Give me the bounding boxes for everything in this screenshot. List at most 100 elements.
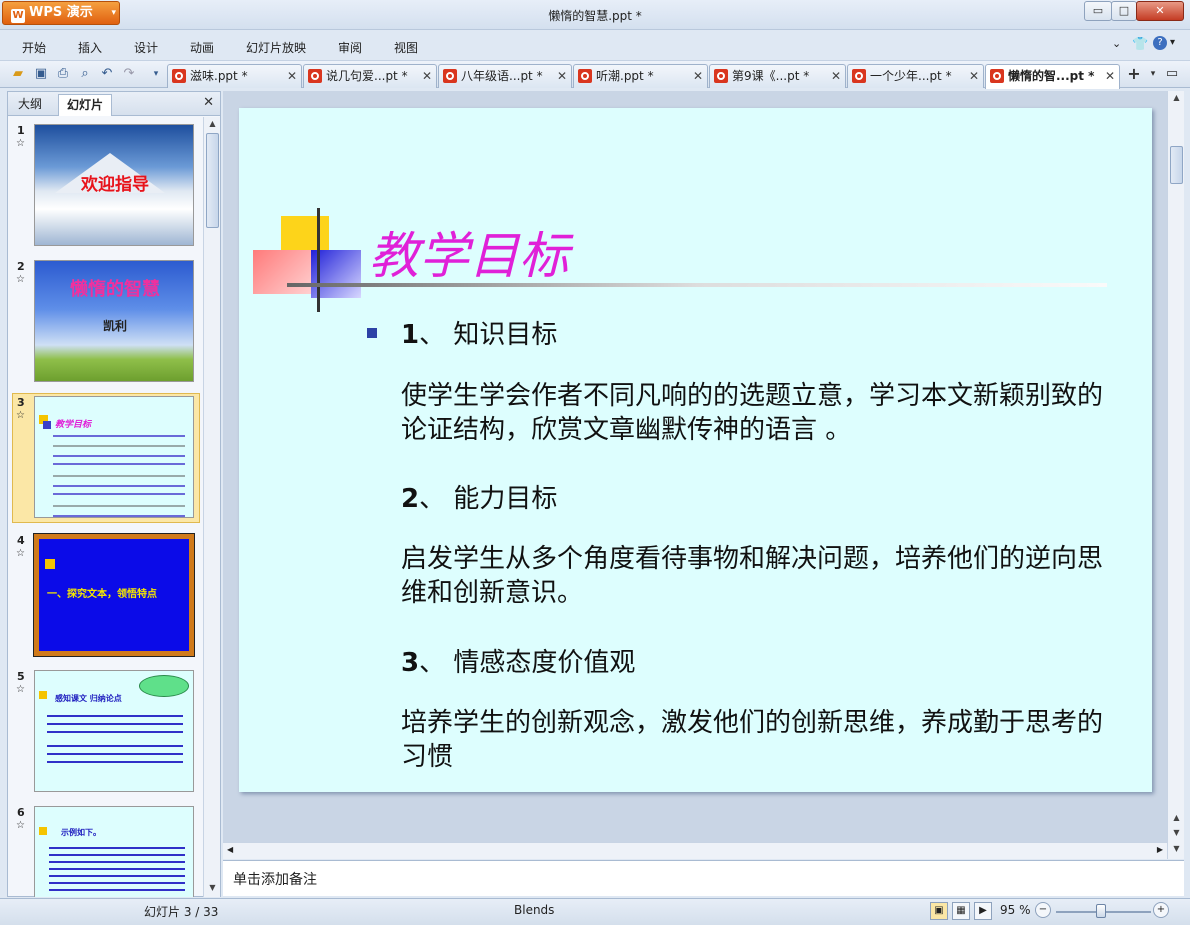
tab-document-2[interactable]: 说几句爱...pt * ✕ xyxy=(303,64,437,88)
zoom-slider-knob[interactable] xyxy=(1096,904,1106,918)
maximize-button[interactable]: □ xyxy=(1111,1,1137,21)
close-tab-icon[interactable]: ✕ xyxy=(287,65,297,87)
thumb-text-lines xyxy=(47,715,183,717)
tab-label: 一个少年...pt * xyxy=(870,69,952,83)
tab-list-icon[interactable]: ▾ xyxy=(1145,66,1161,82)
thumb-cloud-shape xyxy=(139,675,189,697)
scroll-thumb[interactable] xyxy=(206,133,219,228)
thumbnail-image: 感知课文 归纳论点 xyxy=(34,670,194,792)
section-paragraph-2[interactable]: 启发学生从多个角度看待事物和解决问题，培养他们的逆向思维和创新意识。 xyxy=(401,542,1121,610)
animation-star-icon: ☆ xyxy=(16,684,25,695)
tab-label: 滋味.ppt * xyxy=(190,69,248,83)
status-bar: 幻灯片 3 / 33 Blends ▣ ▦ ▶ 95 % − + xyxy=(0,898,1190,925)
section-paragraph-3[interactable]: 培养学生的创新观念，激发他们的创新思维，养成勤于思考的习惯 xyxy=(401,706,1121,774)
ppt-file-icon xyxy=(852,69,866,83)
menu-animation[interactable]: 动画 xyxy=(190,39,214,56)
scroll-right-icon[interactable]: ▶ xyxy=(1157,845,1163,854)
scroll-down-icon[interactable]: ▼ xyxy=(1168,842,1185,856)
thumbnail-slide-3[interactable]: 3 ☆ 教学目标 xyxy=(12,393,200,523)
page-down-icon[interactable]: ▼ xyxy=(1168,826,1185,840)
collapse-ribbon-icon[interactable]: ⌄ xyxy=(1112,37,1121,50)
slide-sorter-button[interactable]: ▦ xyxy=(952,902,970,920)
close-button[interactable]: ✕ xyxy=(1136,1,1184,21)
thumbnail-slide-4[interactable]: 4 ☆ 一、探究文本，领悟特点 xyxy=(12,531,200,659)
page-up-icon[interactable]: ▲ xyxy=(1168,811,1185,825)
close-tab-icon[interactable]: ✕ xyxy=(422,65,432,87)
menu-insert[interactable]: 插入 xyxy=(78,39,102,56)
slideshow-button[interactable]: ▶ xyxy=(974,902,992,920)
minimize-button[interactable]: ▭ xyxy=(1084,1,1112,21)
menu-home[interactable]: 开始 xyxy=(22,39,46,56)
thumbnail-image: 教学目标 xyxy=(34,396,194,518)
tab-label: 说几句爱...pt * xyxy=(326,69,408,83)
skin-icon[interactable]: 👕 xyxy=(1132,37,1148,52)
help-icon[interactable]: ? xyxy=(1153,36,1167,50)
section-heading-1[interactable]: 1、 知识目标 xyxy=(401,314,557,351)
tab-document-3[interactable]: 八年级语...pt * ✕ xyxy=(438,64,572,88)
close-tab-icon[interactable]: ✕ xyxy=(557,65,567,87)
slide-number: 6 xyxy=(17,806,25,819)
slide-vertical-scrollbar[interactable]: ▲ ▲ ▼ ▼ xyxy=(1167,91,1184,859)
zoom-in-button[interactable]: + xyxy=(1153,902,1169,918)
tab-document-5[interactable]: 第9课《...pt * ✕ xyxy=(709,64,846,88)
tab-document-6[interactable]: 一个少年...pt * ✕ xyxy=(847,64,984,88)
tab-document-1[interactable]: 滋味.ppt * ✕ xyxy=(167,64,302,88)
close-tab-icon[interactable]: ✕ xyxy=(969,65,979,87)
section-paragraph-1[interactable]: 使学生学会作者不同凡响的的选题立意，学习本文新颖别致的论证结构，欣赏文章幽默传神… xyxy=(401,379,1121,447)
scroll-down-icon[interactable]: ▼ xyxy=(204,881,221,895)
slide-horizontal-scrollbar[interactable]: ◀ ▶ xyxy=(223,842,1167,859)
tab-label: 八年级语...pt * xyxy=(461,69,543,83)
scroll-up-icon[interactable]: ▲ xyxy=(1168,91,1185,105)
normal-view-button[interactable]: ▣ xyxy=(930,902,948,920)
thumbnail-slide-6[interactable]: 6 ☆ 示例如下。 xyxy=(12,803,200,897)
slide-number: 3 xyxy=(17,396,25,409)
deco-red-square xyxy=(253,250,311,294)
animation-star-icon: ☆ xyxy=(16,138,25,149)
new-tab-icon[interactable]: + xyxy=(1126,66,1142,82)
section-heading-3[interactable]: 3、 情感态度价值观 xyxy=(401,642,635,679)
menu-review[interactable]: 审阅 xyxy=(338,39,362,56)
thumbnail-slide-1[interactable]: 1 ☆ 欢迎指导 xyxy=(12,121,200,249)
scroll-up-icon[interactable]: ▲ xyxy=(204,117,221,131)
quick-toolbar: ▰ ▣ ⎙ ⌕ ↶ ↷ ▾ 滋味.ppt * ✕ 说几句爱...pt * ✕ 八年级… xyxy=(0,60,1190,89)
zoom-out-button[interactable]: − xyxy=(1035,902,1051,918)
print-icon[interactable]: ⎙ xyxy=(55,66,71,82)
thumbnail-title: 示例如下。 xyxy=(61,828,101,837)
ppt-file-icon xyxy=(990,69,1004,83)
menu-view[interactable]: 视图 xyxy=(394,39,418,56)
close-tab-icon[interactable]: ✕ xyxy=(693,65,703,87)
tab-slides[interactable]: 幻灯片 xyxy=(58,94,113,116)
thumb-deco-square xyxy=(45,559,55,569)
customize-toolbar-icon[interactable]: ▾ xyxy=(148,66,164,82)
tab-outline[interactable]: 大纲 xyxy=(10,94,50,116)
tab-label: 第9课《...pt * xyxy=(732,69,810,83)
thumbnail-slide-5[interactable]: 5 ☆ 感知课文 归纳论点 xyxy=(12,667,200,795)
section-heading-2[interactable]: 2、 能力目标 xyxy=(401,478,557,515)
redo-icon[interactable]: ↷ xyxy=(121,66,137,82)
help-dropdown-icon[interactable]: ▾ xyxy=(1170,37,1175,48)
scroll-left-icon[interactable]: ◀ xyxy=(227,845,233,854)
print-preview-icon[interactable]: ⌕ xyxy=(77,66,93,82)
thumbnail-slide-2[interactable]: 2 ☆ 懒惰的智慧 凯利 xyxy=(12,257,200,385)
close-panel-icon[interactable]: ✕ xyxy=(203,95,214,110)
slide-title[interactable]: 教学目标 xyxy=(369,216,569,288)
thumbnail-image: 懒惰的智慧 凯利 xyxy=(34,260,194,382)
thumbnail-scrollbar[interactable]: ▲ ▼ xyxy=(203,117,220,897)
tab-document-4[interactable]: 听潮.ppt * ✕ xyxy=(573,64,708,88)
current-slide[interactable]: 教学目标 1、 知识目标 使学生学会作者不同凡响的的选题立意，学习本文新颖别致的… xyxy=(239,108,1152,792)
notes-area[interactable]: 单击添加备注 xyxy=(223,860,1184,896)
window-layout-icon[interactable]: ▭ xyxy=(1164,66,1180,82)
menu-slideshow[interactable]: 幻灯片放映 xyxy=(246,39,306,56)
close-tab-icon[interactable]: ✕ xyxy=(831,65,841,87)
open-icon[interactable]: ▰ xyxy=(10,66,26,82)
menu-design[interactable]: 设计 xyxy=(134,39,158,56)
slide-counter: 幻灯片 3 / 33 xyxy=(144,905,219,919)
close-tab-icon[interactable]: ✕ xyxy=(1105,65,1115,87)
undo-icon[interactable]: ↶ xyxy=(99,66,115,82)
save-icon[interactable]: ▣ xyxy=(33,66,49,82)
slide-number: 4 xyxy=(17,534,25,547)
scroll-thumb[interactable] xyxy=(1170,146,1183,184)
thumb-text-lines xyxy=(53,435,185,437)
tab-document-active[interactable]: 懒惰的智...pt * ✕ xyxy=(985,64,1120,89)
ppt-file-icon xyxy=(714,69,728,83)
